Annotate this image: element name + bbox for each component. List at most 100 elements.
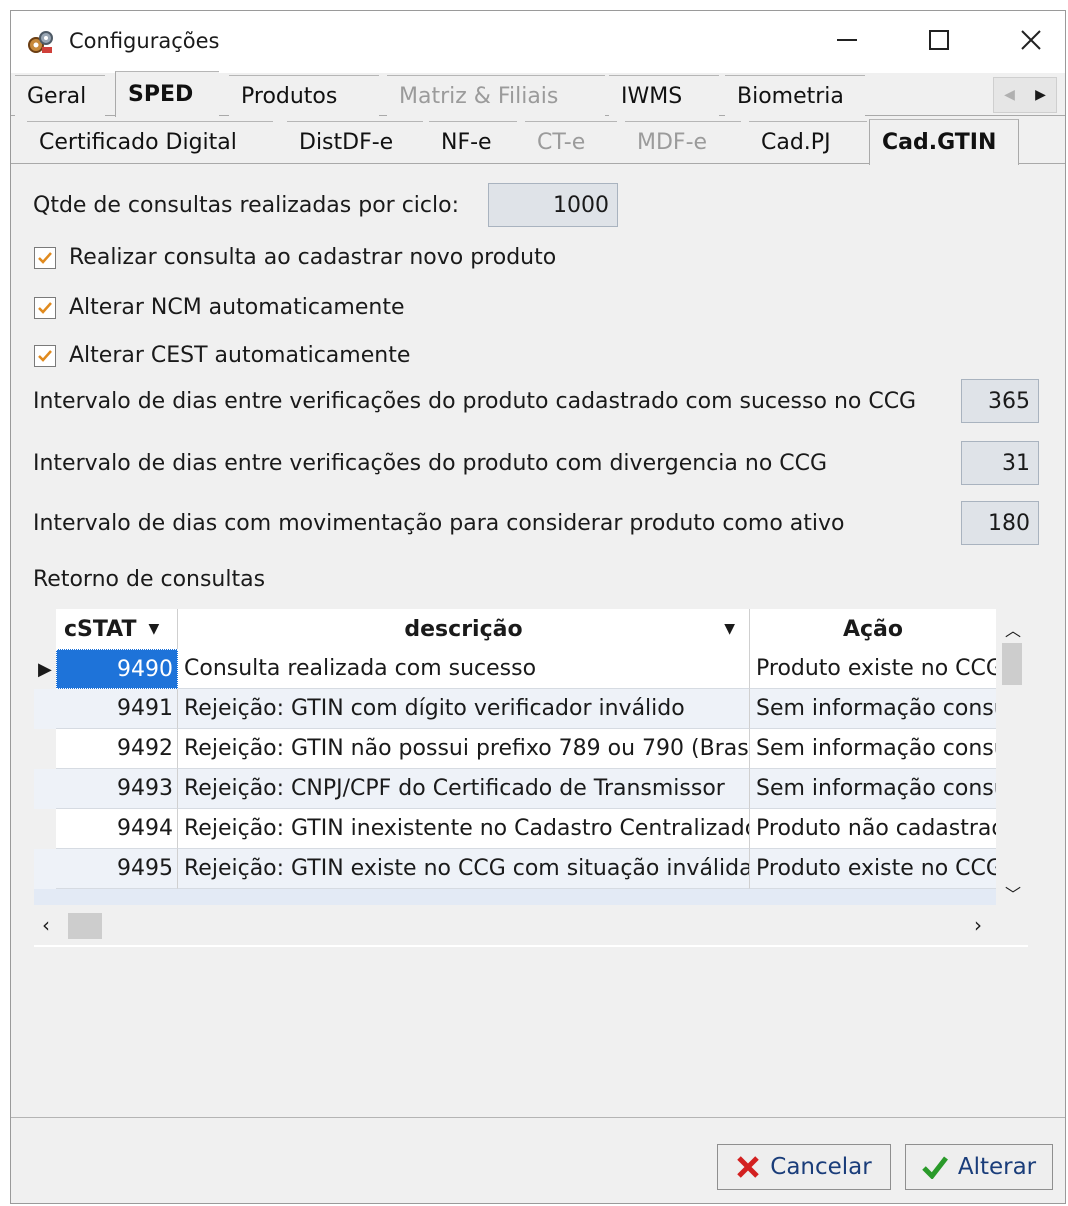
column-header-cstat[interactable]: cSTAT ▼: [56, 609, 178, 649]
confirm-check-icon: [922, 1156, 948, 1179]
tab-sped[interactable]: SPED: [115, 71, 219, 117]
tab-ct-e[interactable]: CT-e: [525, 121, 617, 163]
sort-down-icon: ▼: [148, 621, 160, 637]
intervalo-sucesso-input[interactable]: 365: [961, 379, 1039, 423]
current-row-arrow-icon: ▶: [38, 659, 52, 680]
tab-label: CT-e: [537, 130, 586, 155]
confirm-button-label: Alterar: [957, 1154, 1037, 1180]
tab-label: Certificado Digital: [39, 130, 237, 155]
dropdown-icon: ▼: [724, 621, 735, 637]
tab-label: Geral: [27, 84, 87, 109]
tab-distdf-e[interactable]: DistDF-e: [287, 121, 423, 163]
scroll-thumb[interactable]: [1002, 643, 1022, 685]
grid-horizontal-scrollbar[interactable]: ‹ ›: [34, 905, 1028, 945]
title-bar: Configurações: [11, 11, 1065, 73]
cell-cstat[interactable]: 9494: [56, 809, 178, 849]
table-row[interactable]: ▶ 9490 Consulta realizada com sucesso Pr…: [34, 649, 996, 689]
cell-descricao[interactable]: Rejeição: GTIN existe no CCG com situaçã…: [178, 849, 750, 889]
app-icon: [27, 29, 55, 55]
close-button[interactable]: [1003, 17, 1059, 63]
tab-biometria[interactable]: Biometria: [725, 75, 865, 117]
column-header-acao[interactable]: Ação: [750, 609, 996, 649]
config-window: Configurações Geral SPED Produtos Matriz…: [10, 10, 1066, 1204]
cell-descricao[interactable]: Rejeição: GTIN com dígito verificador in…: [178, 689, 750, 729]
cancel-button-label: Cancelar: [770, 1154, 872, 1180]
column-header-label: descrição: [404, 616, 523, 642]
table-row[interactable]: 9494 Rejeição: GTIN inexistente no Cadas…: [34, 809, 996, 849]
consultas-input[interactable]: 1000: [488, 183, 618, 227]
checkbox-label: Alterar CEST automaticamente: [69, 343, 411, 368]
tab-label: MDF-e: [637, 130, 708, 155]
tab-label: Produtos: [241, 84, 338, 109]
cell-descricao[interactable]: Rejeição: CNPJ/CPF do Certificado de Tra…: [178, 769, 750, 809]
table-row[interactable]: 9491 Rejeição: GTIN com dígito verificad…: [34, 689, 996, 729]
checkbox-label: Realizar consulta ao cadastrar novo prod…: [69, 245, 557, 270]
window-title: Configurações: [69, 29, 220, 53]
footer-divider: [11, 1117, 1065, 1118]
cell-cstat[interactable]: 9491: [56, 689, 178, 729]
cell-acao[interactable]: Sem informação consultada: [750, 729, 996, 769]
column-header-label: cSTAT: [64, 616, 137, 642]
intervalo-ativo-label: Intervalo de dias com movimentação para …: [33, 511, 845, 536]
tab-label: SPED: [128, 82, 194, 107]
cad-gtin-panel: Qtde de consultas realizadas por ciclo: …: [12, 165, 1064, 1117]
cancel-button[interactable]: Cancelar: [717, 1144, 891, 1190]
scroll-thumb[interactable]: [68, 913, 102, 939]
column-header-label: Ação: [842, 616, 904, 642]
column-header-descricao[interactable]: descrição ▼: [178, 609, 750, 649]
tab-mdf-e[interactable]: MDF-e: [625, 121, 741, 163]
cell-descricao[interactable]: Rejeição: GTIN não possui prefixo 789 ou…: [178, 729, 750, 769]
tab-label: Biometria: [737, 84, 844, 109]
tab-certificado-digital[interactable]: Certificado Digital: [27, 121, 273, 163]
retorno-label: Retorno de consultas: [33, 567, 266, 592]
tab-cad-gtin[interactable]: Cad.GTIN: [869, 119, 1019, 165]
cell-acao[interactable]: Sem informação consultada: [750, 769, 996, 809]
intervalo-divergencia-label: Intervalo de dias entre verificações do …: [33, 451, 828, 476]
tab-iwms[interactable]: IWMS: [609, 75, 719, 117]
cell-acao[interactable]: Produto existe no CCG: [750, 849, 996, 889]
checkbox-alterar-cest[interactable]: [34, 345, 56, 367]
tab-matriz-filiais[interactable]: Matriz & Filiais: [387, 75, 605, 117]
tab-label: Cad.PJ: [761, 130, 831, 155]
cell-cstat[interactable]: 9490: [56, 649, 178, 689]
minimize-button[interactable]: [819, 17, 875, 63]
cell-descricao[interactable]: Rejeição: GTIN inexistente no Cadastro C…: [178, 809, 750, 849]
table-row[interactable]: 9493 Rejeição: CNPJ/CPF do Certificado d…: [34, 769, 996, 809]
checkbox-label: Alterar NCM automaticamente: [69, 295, 405, 320]
tab-geral[interactable]: Geral: [15, 75, 105, 117]
retorno-grid[interactable]: cSTAT ▼ descrição ▼ Ação ▶ 9490 Consulta…: [34, 609, 1028, 947]
intervalo-sucesso-label: Intervalo de dias entre verificações do …: [33, 389, 917, 414]
confirm-button[interactable]: Alterar: [905, 1144, 1053, 1190]
tab-label: Matriz & Filiais: [399, 84, 559, 109]
tab-nf-e[interactable]: NF-e: [429, 121, 517, 163]
cell-cstat[interactable]: 9495: [56, 849, 178, 889]
table-row[interactable]: 9495 Rejeição: GTIN existe no CCG com si…: [34, 849, 996, 889]
tab-produtos[interactable]: Produtos: [229, 75, 379, 117]
tab-label: DistDF-e: [299, 130, 394, 155]
tab-label: Cad.GTIN: [882, 130, 997, 155]
checkbox-alterar-ncm[interactable]: [34, 297, 56, 319]
tab-cad-pj[interactable]: Cad.PJ: [749, 121, 867, 163]
tab-scroll-arrows: ◀ ▶: [993, 77, 1057, 113]
cell-cstat[interactable]: 9492: [56, 729, 178, 769]
cell-acao[interactable]: Sem informação consultada: [750, 689, 996, 729]
cell-acao[interactable]: Produto não cadastrado: [750, 809, 996, 849]
scroll-right-icon[interactable]: ›: [974, 913, 982, 937]
scroll-down-icon[interactable]: ﹀: [1005, 881, 1021, 905]
scroll-left-icon[interactable]: ‹: [42, 913, 50, 937]
tab-scroll-right-icon[interactable]: ▶: [1025, 78, 1056, 112]
consultas-label: Qtde de consultas realizadas por ciclo:: [33, 193, 459, 218]
cell-cstat[interactable]: 9493: [56, 769, 178, 809]
table-row[interactable]: 9492 Rejeição: GTIN não possui prefixo 7…: [34, 729, 996, 769]
tab-label: IWMS: [621, 84, 683, 109]
tab-label: NF-e: [441, 130, 492, 155]
cell-acao[interactable]: Produto existe no CCG: [750, 649, 996, 689]
grid-vertical-scrollbar[interactable]: ︿ ﹀: [996, 609, 1028, 905]
intervalo-divergencia-input[interactable]: 31: [961, 441, 1039, 485]
intervalo-ativo-input[interactable]: 180: [961, 501, 1039, 545]
checkbox-consulta-novo-produto[interactable]: [34, 247, 56, 269]
maximize-button[interactable]: [911, 17, 967, 63]
scroll-up-icon[interactable]: ︿: [1005, 617, 1021, 641]
cell-descricao[interactable]: Consulta realizada com sucesso: [178, 649, 750, 689]
tab-scroll-left-icon[interactable]: ◀: [994, 78, 1025, 112]
